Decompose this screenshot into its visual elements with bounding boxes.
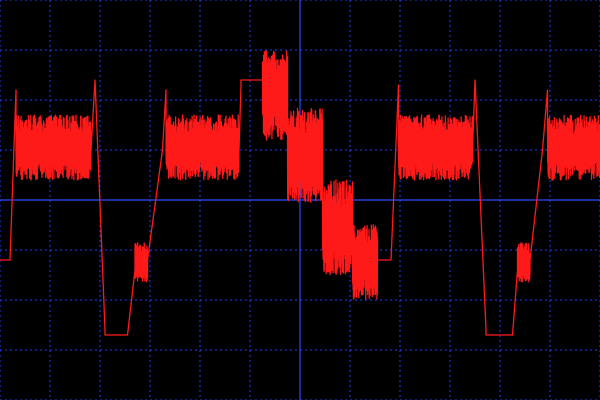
oscilloscope-screen (0, 0, 600, 400)
